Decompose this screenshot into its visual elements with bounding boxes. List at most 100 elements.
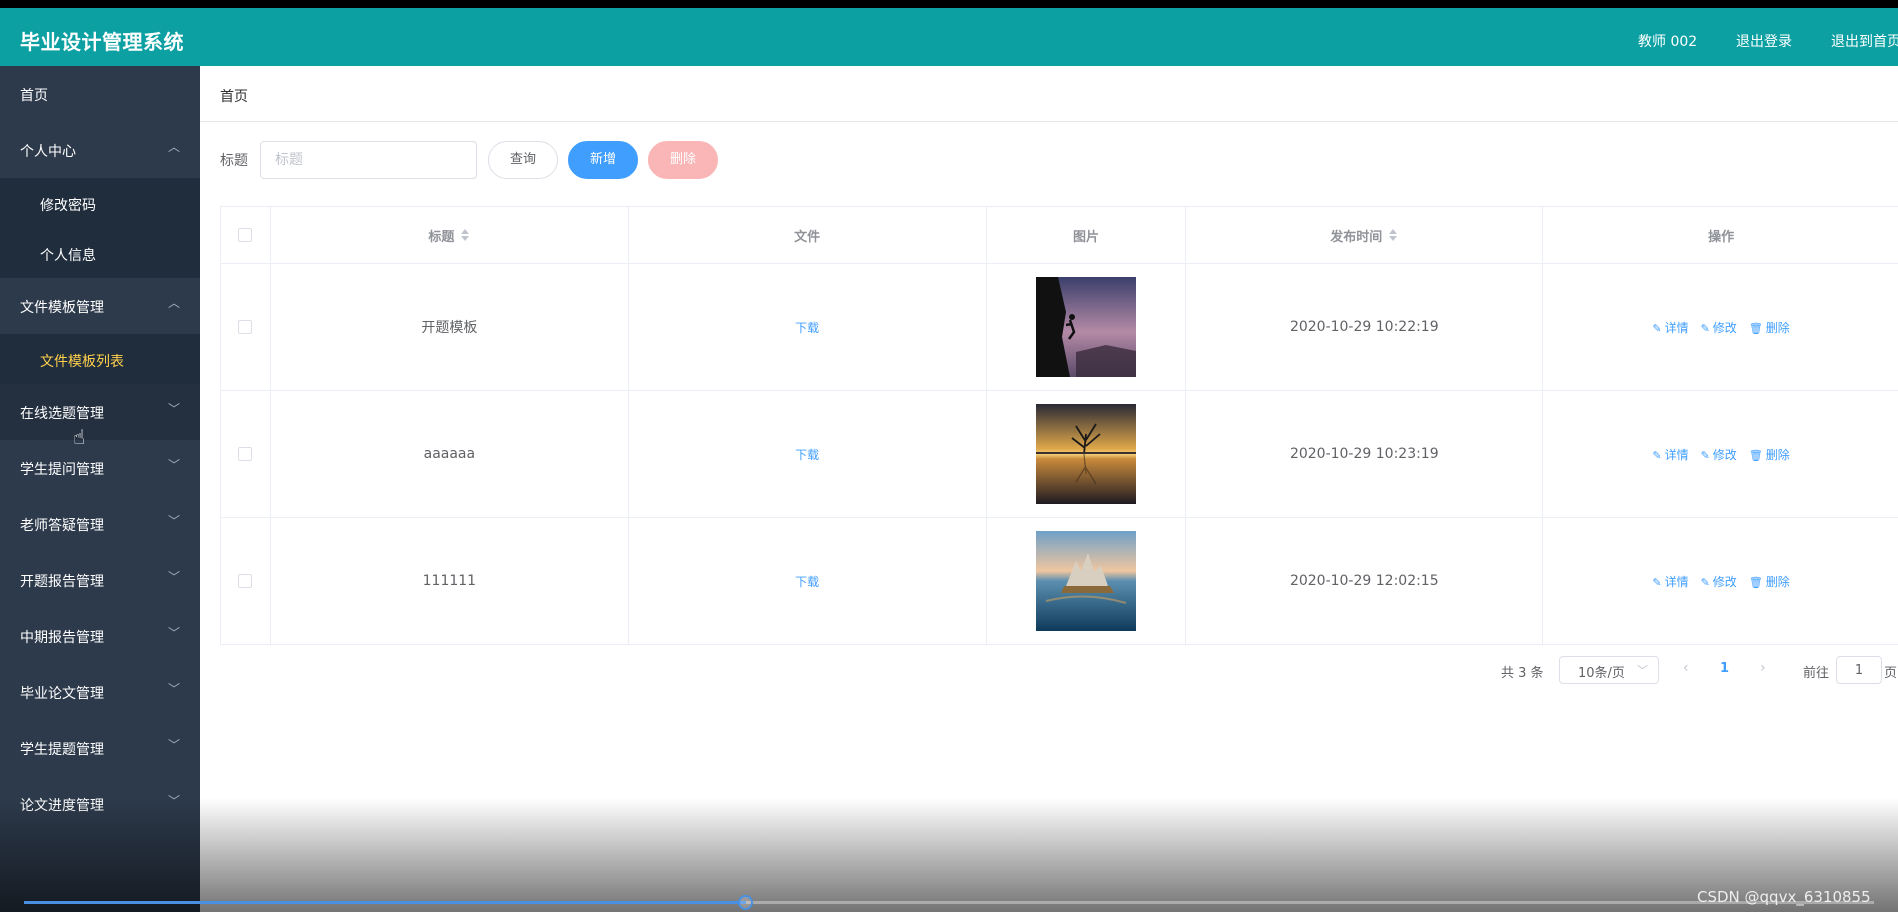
- trash-icon: 🗑: [1748, 575, 1763, 589]
- delete-button[interactable]: 🗑 删除: [1749, 446, 1790, 463]
- sort-icon[interactable]: [1388, 228, 1398, 242]
- page-size-select[interactable]: 10条/页 ﹀: [1559, 656, 1659, 684]
- sidebar-item-change-password[interactable]: 修改密码: [0, 178, 200, 228]
- column-actions-label: 操作: [1708, 229, 1735, 245]
- sidebar-item-proposal-reports[interactable]: 开题报告管理 ﹀: [0, 552, 200, 608]
- delete-label: 删除: [1765, 447, 1790, 462]
- pagination-total: 共 3 条: [1501, 666, 1544, 681]
- sidebar-item-thesis-management[interactable]: 毕业论文管理 ﹀: [0, 664, 200, 720]
- row-checkbox[interactable]: [238, 574, 253, 588]
- goto-page-input[interactable]: [1836, 656, 1882, 684]
- row-actions: ✎ 详情 ✎ 修改 🗑 删除: [1543, 264, 1898, 390]
- hand-cursor-icon: ☝: [73, 425, 86, 449]
- sidebar-item-home[interactable]: 首页: [0, 66, 200, 122]
- chevron-down-icon: ﹀: [167, 794, 180, 808]
- prev-page-button[interactable]: ‹: [1683, 660, 1689, 676]
- video-bottom-shade: [0, 798, 1898, 912]
- breadcrumb-home[interactable]: 首页: [220, 86, 248, 106]
- edit-button[interactable]: ✎ 修改: [1701, 446, 1737, 463]
- detail-button[interactable]: ✎ 详情: [1652, 446, 1688, 463]
- trash-icon: 🗑: [1748, 448, 1763, 462]
- row-thumbnail-image[interactable]: [1035, 531, 1136, 631]
- row-image-cell: [987, 391, 1187, 517]
- row-actions: ✎ 详情 ✎ 修改 🗑 删除: [1543, 391, 1898, 517]
- sidebar-item-topic-selection[interactable]: 在线选题管理 ﹀: [0, 384, 200, 440]
- chevron-down-icon: ﹀: [167, 682, 180, 696]
- download-link[interactable]: 下载: [795, 319, 819, 336]
- sidebar-item-label: 论文进度管理: [20, 798, 104, 814]
- column-published[interactable]: 发布时间: [1186, 207, 1544, 263]
- column-title-label: 标题: [428, 229, 455, 245]
- add-button[interactable]: 新增: [568, 141, 638, 179]
- page-unit-label: 页: [1884, 666, 1898, 681]
- sidebar-item-template-list[interactable]: 文件模板列表: [0, 334, 200, 384]
- top-header: 毕业设计管理系统 教师 002 退出登录 退出到首页: [0, 8, 1898, 66]
- sidebar-item-teacher-answers[interactable]: 老师答疑管理 ﹀: [0, 496, 200, 552]
- sidebar-item-midterm-reports[interactable]: 中期报告管理 ﹀: [0, 608, 200, 664]
- detail-label: 详情: [1664, 320, 1689, 335]
- sidebar-item-student-questions[interactable]: 学生提问管理 ﹀: [0, 440, 200, 496]
- delete-label: 删除: [1765, 320, 1790, 335]
- sidebar-item-label: 开题报告管理: [20, 574, 104, 590]
- row-thumbnail-image[interactable]: [1035, 277, 1136, 377]
- sidebar-item-label: 学生提题管理: [20, 742, 104, 758]
- sidebar-item-label: 个人中心: [20, 144, 76, 160]
- delete-label: 删除: [1765, 574, 1790, 589]
- next-page-button[interactable]: ›: [1760, 660, 1766, 676]
- chevron-up-icon: ︿: [167, 296, 180, 310]
- sidebar-item-student-topics[interactable]: 学生提题管理 ﹀: [0, 720, 200, 776]
- row-file-cell: 下载: [629, 391, 987, 517]
- sidebar-item-template-management[interactable]: 文件模板管理 ︿: [0, 278, 200, 334]
- search-label: 标题: [220, 153, 248, 169]
- column-actions: 操作: [1543, 207, 1898, 263]
- detail-button[interactable]: ✎ 详情: [1652, 319, 1688, 336]
- chevron-down-icon: ﹀: [1637, 664, 1648, 677]
- trash-icon: 🗑: [1748, 321, 1763, 335]
- download-link[interactable]: 下载: [795, 446, 819, 463]
- video-progress-knob[interactable]: [737, 895, 753, 910]
- row-thumbnail-image[interactable]: [1035, 404, 1136, 504]
- sidebar-item-label: 学生提问管理: [20, 462, 104, 478]
- edit-icon: ✎: [1652, 321, 1662, 335]
- row-image-cell: [987, 518, 1187, 644]
- edit-button[interactable]: ✎ 修改: [1701, 573, 1737, 590]
- download-link[interactable]: 下载: [795, 573, 819, 590]
- select-all-checkbox[interactable]: [238, 228, 253, 242]
- logout-link[interactable]: 退出登录: [1736, 31, 1792, 51]
- edit-label: 修改: [1712, 574, 1737, 589]
- detail-button[interactable]: ✎ 详情: [1652, 573, 1688, 590]
- detail-label: 详情: [1664, 447, 1689, 462]
- current-user-label[interactable]: 教师 002: [1638, 31, 1697, 51]
- exit-home-link[interactable]: 退出到首页: [1831, 31, 1898, 51]
- edit-label: 修改: [1712, 447, 1737, 462]
- video-progress-bar[interactable]: [24, 895, 1874, 910]
- sidebar-item-thesis-progress[interactable]: 论文进度管理 ﹀: [0, 776, 200, 832]
- app-window: 毕业设计管理系统 教师 002 退出登录 退出到首页 首页 个人中心 ︿ 修改密…: [0, 8, 1898, 912]
- page-size-value: 10条/页: [1578, 666, 1625, 681]
- sidebar-menu: 首页 个人中心 ︿ 修改密码 个人信息 文件模板管理 ︿ 文件模板列表 在线选题…: [0, 66, 200, 912]
- detail-label: 详情: [1664, 574, 1689, 589]
- column-title[interactable]: 标题: [271, 207, 629, 263]
- chevron-down-icon: ﹀: [167, 514, 180, 528]
- title-search-input[interactable]: [260, 141, 477, 179]
- sidebar-item-personal-center[interactable]: 个人中心 ︿: [0, 122, 200, 178]
- row-checkbox[interactable]: [238, 447, 253, 461]
- chevron-down-icon: ﹀: [167, 570, 180, 584]
- delete-selected-button[interactable]: 删除: [648, 141, 718, 179]
- row-file-cell: 下载: [629, 264, 987, 390]
- page-number[interactable]: 1: [1720, 661, 1729, 676]
- row-checkbox[interactable]: [238, 320, 253, 334]
- row-title: 111111: [271, 518, 629, 644]
- sidebar-item-label: 个人信息: [40, 248, 96, 264]
- edit-button[interactable]: ✎ 修改: [1701, 319, 1737, 336]
- table-row: aaaaaa 下载 2020-10-29 10:23:19 ✎ 详情 ✎ 修改 🗑 删…: [221, 391, 1898, 518]
- query-button[interactable]: 查询: [488, 141, 558, 179]
- app-title: 毕业设计管理系统: [20, 30, 184, 54]
- delete-button[interactable]: 🗑 删除: [1749, 573, 1790, 590]
- edit-icon: ✎: [1652, 575, 1662, 589]
- row-title: 开题模板: [271, 264, 629, 390]
- sort-icon[interactable]: [460, 228, 470, 242]
- sidebar-item-personal-info[interactable]: 个人信息: [0, 228, 200, 278]
- goto-label: 前往: [1803, 666, 1830, 681]
- delete-button[interactable]: 🗑 删除: [1749, 319, 1790, 336]
